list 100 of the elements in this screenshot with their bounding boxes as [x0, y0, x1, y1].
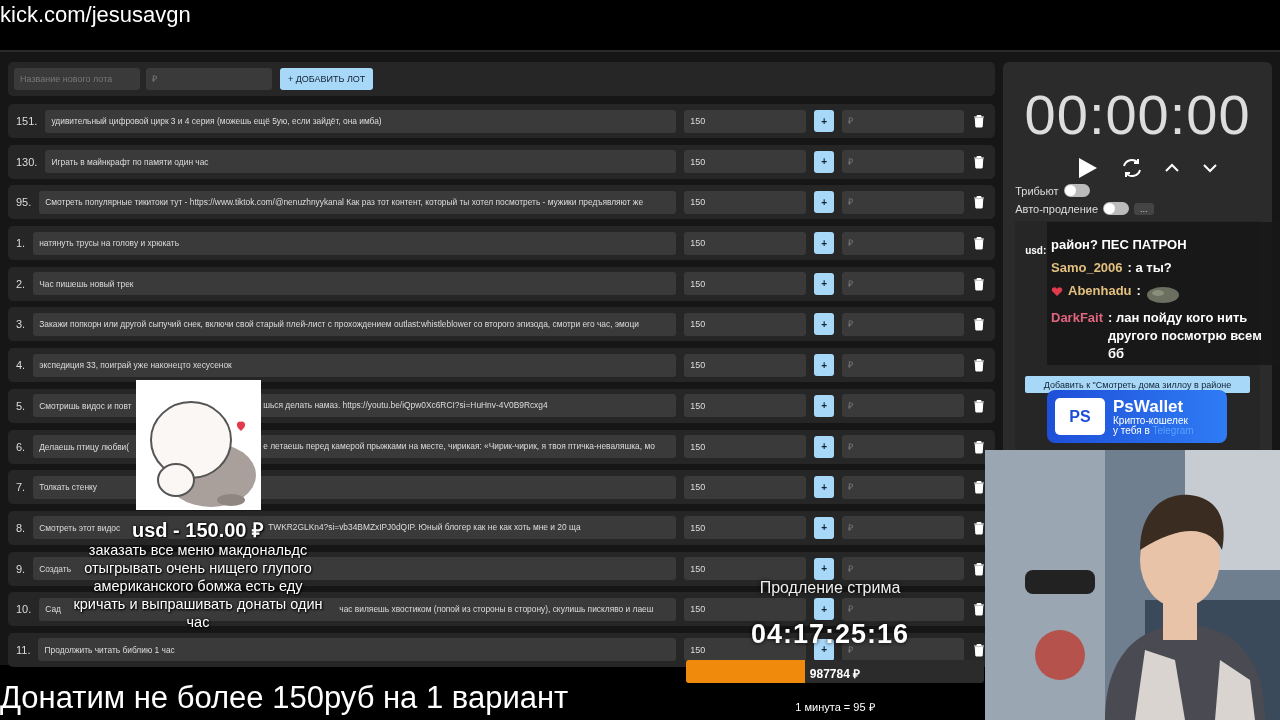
toggle-label: Авто-продление: [1015, 202, 1099, 215]
chevron-up-icon[interactable]: [1164, 162, 1181, 174]
channel-url: kick.com/jesusavgn: [0, 1, 191, 28]
trash-icon[interactable]: [973, 561, 986, 576]
chevron-down-icon[interactable]: [1202, 162, 1219, 174]
ad-logo: PS: [1055, 398, 1105, 435]
amount-field[interactable]: 150: [684, 272, 807, 296]
add-button[interactable]: +: [814, 435, 835, 458]
refresh-icon[interactable]: [1120, 157, 1143, 179]
more-button[interactable]: ...: [1134, 202, 1154, 215]
add-button[interactable]: +: [814, 110, 835, 132]
lot-title: экспедиция 33, поиграй уже наконецто хесусенок: [39, 360, 232, 371]
add-button[interactable]: +: [814, 598, 835, 621]
price-field[interactable]: ₽: [842, 394, 965, 418]
amount-field[interactable]: 150: [684, 353, 807, 377]
alert-message: американского бомжа есть еду: [93, 577, 303, 595]
add-button[interactable]: +: [814, 191, 835, 214]
trash-icon[interactable]: [973, 602, 986, 617]
amount-field[interactable]: 150: [684, 312, 807, 336]
chat-message: : а ты?: [1127, 259, 1173, 277]
toggle-switch[interactable]: [1103, 202, 1130, 215]
trash-icon[interactable]: [973, 439, 986, 454]
alert-message: заказать все меню макдональдс: [88, 541, 308, 559]
trash-icon[interactable]: [973, 236, 986, 251]
chat-username: Samo_2006: [1051, 259, 1123, 277]
amount-field[interactable]: 150: [684, 516, 807, 540]
trash-icon[interactable]: [973, 317, 986, 332]
lot-title: Сад: [45, 604, 61, 615]
price-field[interactable]: ₽: [842, 516, 965, 540]
price-field[interactable]: ₽: [842, 597, 965, 621]
rate-text: 1 минута = 95 ₽: [794, 700, 876, 714]
lot-number: 9.: [16, 562, 27, 575]
alert-message: кричать и выпрашивать донаты один: [73, 595, 323, 613]
trash-icon[interactable]: [973, 358, 986, 373]
add-button[interactable]: +: [814, 516, 835, 539]
price-field[interactable]: ₽: [842, 435, 965, 458]
lot-title: Час пишешь новый трек: [39, 278, 134, 289]
lot-title: Толкать стенку: [39, 482, 97, 493]
lot-number: 3.: [16, 318, 27, 331]
extension-title: Продление стрима: [759, 579, 901, 596]
add-button[interactable]: +: [814, 313, 835, 336]
toggle-switch[interactable]: [1063, 184, 1090, 197]
lot-title: натянуть трусы на голову и хрюкать: [39, 238, 180, 249]
amount-field[interactable]: 150: [684, 597, 807, 621]
price-field[interactable]: ₽: [842, 150, 965, 174]
price-field[interactable]: ₽: [842, 475, 965, 499]
add-button[interactable]: +: [814, 557, 835, 580]
trash-icon[interactable]: [973, 276, 986, 291]
emote-icon: [1145, 286, 1180, 304]
price-field[interactable]: ₽: [842, 312, 965, 336]
price-field[interactable]: ₽: [842, 557, 965, 581]
price-field[interactable]: ₽: [842, 109, 965, 133]
lot-title: Смотреть популярные тикитоки тут - https://www.tiktok.com/@nenuzhnyykanal Как раз тот контент, который ты хотел посмотреть - мужики предъявляют же: [45, 197, 644, 208]
lot-number: 10.: [16, 603, 33, 616]
ad-text: Крипто-кошелек: [1113, 416, 1188, 426]
trash-icon[interactable]: [973, 195, 986, 210]
amount-field[interactable]: 150: [684, 231, 807, 255]
donation-user: usd:: [1025, 245, 1047, 256]
amount-field[interactable]: 150: [684, 435, 807, 458]
trash-icon[interactable]: [973, 520, 986, 535]
amount-field[interactable]: 150: [684, 190, 807, 214]
price-field[interactable]: ₽: [842, 231, 965, 255]
trash-icon[interactable]: [973, 114, 986, 128]
lot-number: 4.: [16, 359, 27, 372]
add-button[interactable]: +: [814, 272, 835, 295]
alert-message: час: [186, 613, 210, 631]
amount-field[interactable]: 150: [684, 394, 807, 418]
lot-title: шься делать намаз. https://youtu.be/iQpw0Xc6RCI?si=HuHnv-4V0B9Rcxg4: [263, 400, 548, 411]
add-lot-button[interactable]: + ДОБАВИТЬ ЛОТ: [280, 68, 374, 90]
lot-number: 7.: [16, 481, 27, 494]
price-field[interactable]: ₽: [842, 190, 965, 214]
trash-icon[interactable]: [973, 642, 986, 657]
lot-title: Смотришь видос и повт: [39, 400, 132, 411]
price-field[interactable]: ₽: [842, 353, 965, 377]
lot-title: е летаешь перед камерой прыжками на месте, чирикая: «Чирик-чирик, я твоя птичка-неваляшка, мо: [263, 441, 655, 451]
amount-field[interactable]: 150: [684, 557, 807, 581]
toggle-label: Трибьют: [1015, 184, 1059, 197]
play-icon[interactable]: [1077, 157, 1099, 179]
trash-icon[interactable]: [973, 398, 986, 413]
lot-title: Играть в майнкрафт по памяти один час: [51, 156, 209, 167]
add-button[interactable]: +: [814, 476, 835, 499]
add-button[interactable]: +: [814, 354, 835, 377]
trash-icon[interactable]: [973, 154, 986, 169]
lot-price-field[interactable]: ₽: [146, 68, 272, 90]
add-button[interactable]: +: [814, 394, 835, 417]
lot-title: Делаешь птицу любви(: [39, 441, 130, 452]
price-field[interactable]: ₽: [842, 272, 965, 296]
lot-title: Смотреть этот видос: [39, 522, 121, 533]
alert-message: отыгрывать очень нищего глупого: [84, 559, 312, 577]
add-button[interactable]: +: [814, 232, 835, 255]
lot-number: 6.: [16, 440, 27, 453]
amount-field[interactable]: 150: [684, 109, 807, 133]
lot-title: Продолжить читать библию 1 час: [44, 644, 175, 655]
amount-field[interactable]: 150: [684, 475, 807, 499]
lot-number: 5.: [16, 399, 27, 412]
add-button[interactable]: +: [814, 150, 835, 173]
trash-icon[interactable]: [973, 480, 986, 495]
chat-username: Abenhadu: [1068, 282, 1132, 300]
amount-field[interactable]: 150: [684, 150, 807, 174]
ad-title: PsWallet: [1113, 397, 1185, 416]
